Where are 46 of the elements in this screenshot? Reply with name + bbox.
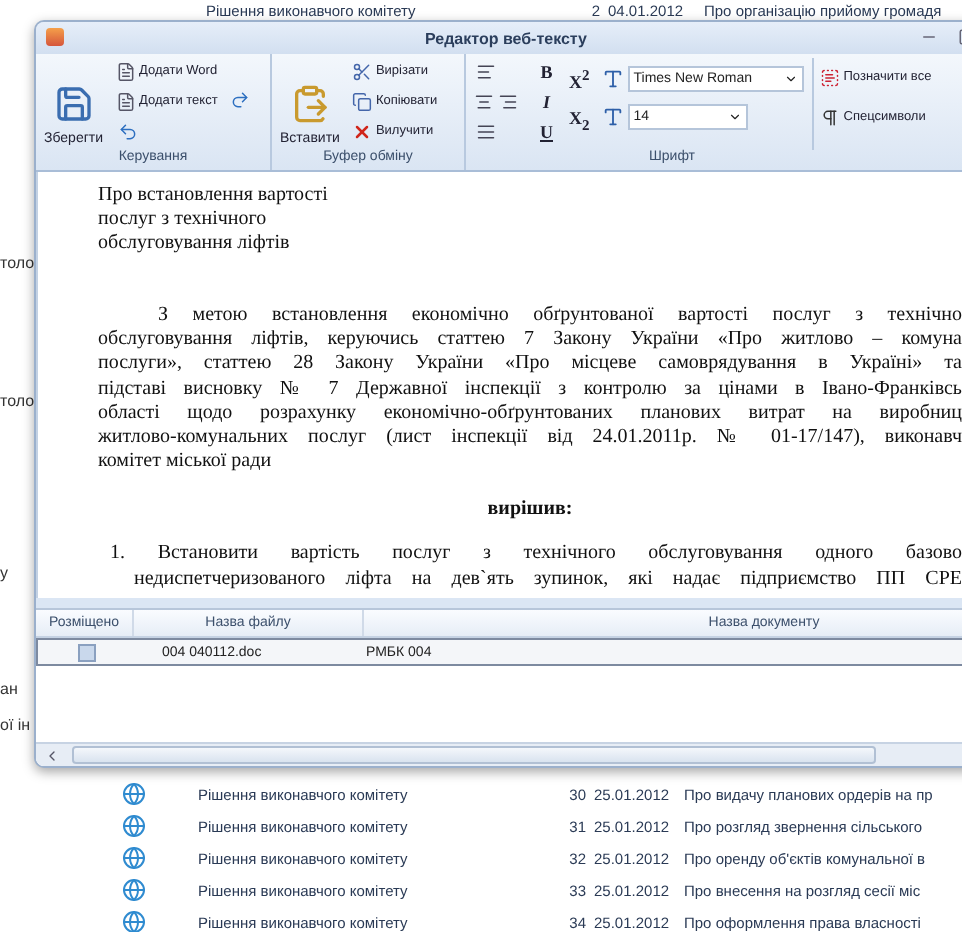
heading-line: послуг з технічного	[98, 208, 269, 232]
globe-icon	[122, 782, 146, 806]
scrollbar-thumb[interactable]	[72, 746, 876, 764]
font-icon	[601, 68, 624, 90]
paragraph-line: обслуговування ліфтів, керуючись статтею 7 Закону України «Про житлово – комуна	[98, 328, 962, 353]
cross-icon	[351, 121, 372, 141]
chevron-down-icon	[783, 72, 798, 86]
paragraph-line: підставі висновку № 7 Державної інспекції з контролю за цінами в Івано-Франківсь	[98, 377, 962, 402]
placed-checkbox[interactable]	[77, 643, 95, 661]
bold-button[interactable]: B	[536, 58, 557, 84]
subscript-button[interactable]: X$_{2}$	[565, 108, 594, 134]
sidebar-text-fragment: толо	[0, 254, 35, 272]
chevron-down-icon	[727, 110, 742, 124]
app-icon	[46, 28, 64, 46]
sidebar-text-fragment: толо	[0, 392, 35, 410]
underline-button[interactable]: U	[536, 118, 557, 144]
sidebar-text-fragment: ої ін	[0, 716, 31, 734]
font-size-icon	[601, 106, 624, 128]
pilcrow-icon	[819, 107, 840, 127]
paragraph-line: комітет міської ради	[98, 450, 274, 475]
document-icon	[115, 91, 136, 111]
list-item-line: 1. Встановити вартість послуг з технічного обслуговування одного базово	[108, 542, 962, 568]
heading-line: обслуговування ліфтів	[98, 232, 292, 256]
copy-icon	[351, 91, 372, 111]
paragraph-line: області щодо розрахунку економічно-обґрунтованих планових витрат на виробниц	[98, 401, 962, 427]
paragraph-line: послуги», статтею 28 Закону України «Про місцеве самоврядування в Україні» та	[98, 352, 962, 378]
window-title: Редактор веб-тексту	[425, 29, 587, 47]
resolution-heading: вирішив:	[485, 498, 575, 523]
scroll-left-icon[interactable]	[44, 747, 60, 763]
sidebar-text-fragment: у	[0, 564, 8, 582]
globe-icon	[122, 910, 146, 932]
globe-icon	[122, 814, 146, 838]
list-item-line: недиспетчеризованого ліфта на дев`ять зупинок, які надає підприємство ПП СРЕ	[132, 567, 962, 592]
document-icon	[115, 61, 136, 81]
paragraph-line: житлово-комунальних послуг (лист інспекції від 24.01.2011р. № 01-17/147), виконавч	[98, 426, 962, 451]
sidebar-text-fragment: ан	[0, 680, 18, 698]
scissors-icon	[351, 61, 372, 81]
superscript-button[interactable]: X$^{2}$	[565, 66, 594, 92]
text-select-icon	[819, 67, 840, 87]
globe-icon	[122, 878, 146, 902]
heading-line: Про встановлення вартості	[98, 184, 330, 208]
italic-button[interactable]: I	[536, 88, 557, 114]
document-page[interactable]	[36, 172, 962, 598]
clipboard-icon	[289, 84, 330, 124]
globe-icon	[122, 846, 146, 870]
paragraph-line: З метою встановлення економічно обґрунтованої вартості послуг з технічно	[156, 304, 962, 329]
